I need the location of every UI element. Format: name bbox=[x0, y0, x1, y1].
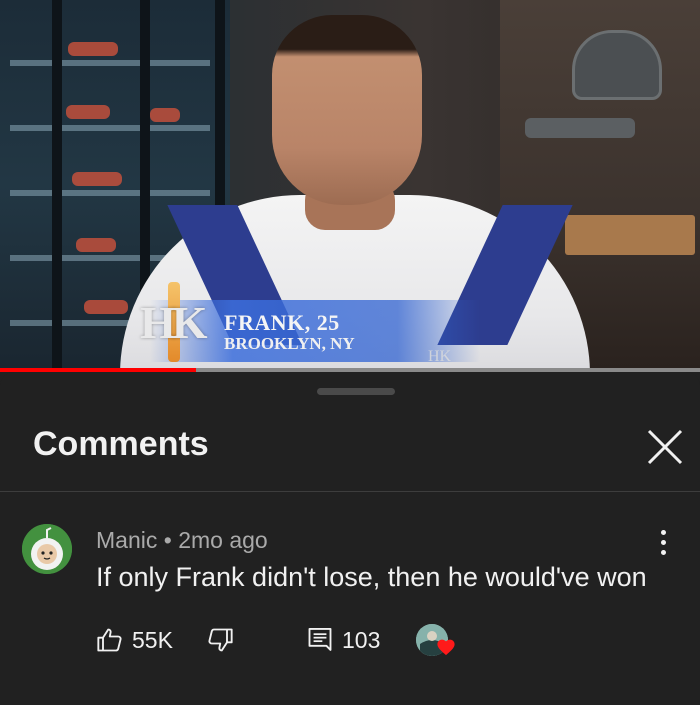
divider bbox=[0, 491, 700, 492]
heart-icon bbox=[437, 639, 455, 656]
more-button[interactable] bbox=[650, 522, 676, 562]
more-vert-icon-dot bbox=[660, 549, 666, 555]
comment-time: 2mo ago bbox=[178, 527, 268, 553]
comment-actions: 55K 103 bbox=[96, 620, 696, 660]
like-button[interactable]: 55K bbox=[96, 620, 173, 660]
person-head bbox=[272, 15, 422, 205]
drag-handle[interactable] bbox=[317, 388, 395, 395]
like-count: 55K bbox=[132, 626, 173, 653]
teletubby-avatar-icon bbox=[22, 524, 72, 574]
close-button[interactable] bbox=[640, 422, 690, 472]
contestant-name: FRANK, 25 bbox=[224, 310, 340, 335]
creator-heart[interactable] bbox=[416, 624, 460, 660]
channel-watermark: HK bbox=[428, 348, 452, 365]
avatar[interactable] bbox=[22, 524, 72, 574]
contestant-location: BROOKLYN, NY bbox=[224, 334, 355, 353]
thumbs-down-icon bbox=[208, 628, 233, 652]
reply-icon bbox=[308, 627, 332, 651]
meta-separator: • bbox=[163, 527, 172, 553]
more-vert-icon bbox=[660, 529, 666, 535]
thumbs-up-icon bbox=[97, 628, 122, 652]
comment-meta: Manic • 2mo ago bbox=[96, 527, 268, 554]
show-logo: HK bbox=[140, 297, 208, 348]
reply-count: 103 bbox=[342, 626, 381, 653]
dislike-button[interactable] bbox=[206, 620, 234, 660]
comments-sheet: Comments Manic • 2mo ago If only Frank d… bbox=[0, 372, 700, 705]
cutting-board bbox=[565, 215, 695, 255]
sheet-title: Comments bbox=[33, 425, 209, 463]
video-player[interactable]: HK FRANK, 25 BROOKLYN, NY HK bbox=[0, 0, 700, 370]
comment-text: If only Frank didn't lose, then he would… bbox=[96, 562, 647, 592]
comment-author[interactable]: Manic bbox=[96, 527, 157, 553]
reply-button[interactable]: 103 bbox=[306, 620, 380, 660]
scale-decor bbox=[572, 30, 662, 100]
scale-plate bbox=[525, 118, 635, 138]
close-icon bbox=[647, 429, 683, 465]
more-vert-icon-dot bbox=[660, 539, 666, 545]
